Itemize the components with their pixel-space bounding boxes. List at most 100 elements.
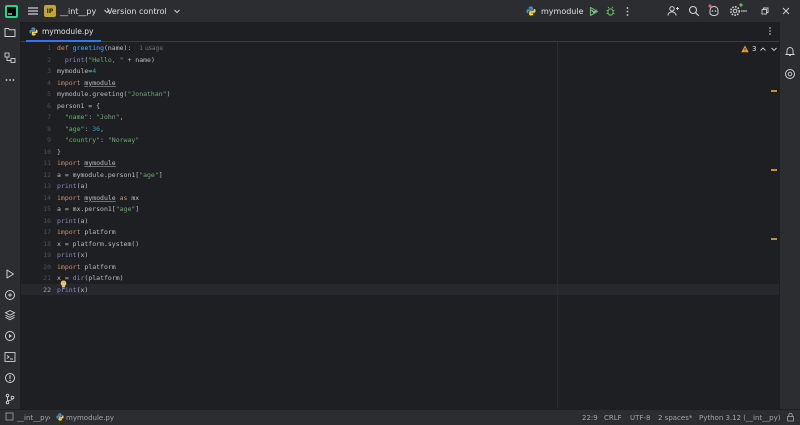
current-line-highlight [21, 283, 779, 295]
project-widget[interactable]: IP __int__py [44, 3, 114, 19]
services-icon[interactable] [3, 329, 17, 343]
right-margin-guide [557, 42, 558, 409]
arrow-up-icon[interactable] [759, 45, 767, 53]
python-file-icon [29, 26, 38, 36]
bulb-icon[interactable] [60, 274, 67, 293]
code-line[interactable]: mymodule.greeting("Jonathan") [57, 89, 171, 101]
lock-icon[interactable] [786, 412, 795, 422]
file-encoding[interactable]: UTF-8 [630, 413, 650, 423]
title-bar: IP __int__py Version control mymodule [0, 0, 800, 22]
restore-icon[interactable] [758, 4, 772, 18]
code-line[interactable]: a = mymodule.person1["age"] [57, 170, 163, 182]
code-line[interactable]: x = platform.system() [57, 239, 139, 251]
tab-mymodule-py[interactable]: mymodule.py [26, 22, 102, 42]
code-line[interactable]: print("Hello, " + name) [57, 55, 155, 67]
left-tool-strip [0, 22, 21, 409]
more-icon[interactable] [620, 4, 634, 18]
code-line[interactable]: "country": "Norway" [57, 135, 139, 147]
code-line[interactable]: print(a) [57, 216, 88, 228]
notifications-icon[interactable] [783, 44, 797, 58]
line-number: 7 [47, 113, 51, 121]
python-interpreter[interactable]: Python 3.12 (__int__py) [699, 413, 780, 423]
line-number: 14 [43, 193, 51, 202]
project-square-icon [5, 412, 14, 422]
run-icon[interactable] [586, 4, 600, 18]
line-separator[interactable]: CRLF [604, 413, 622, 423]
code-editor[interactable]: 3 1 2 3 4 5 6 7 8 9 10 11 12 13 14 15 16… [21, 42, 779, 409]
warning-icon [741, 45, 749, 53]
code-line[interactable]: person1 = { [57, 101, 100, 113]
version-control-widget[interactable]: Version control [107, 3, 184, 19]
code-line[interactable]: a = mx.person1["age"] [57, 204, 139, 216]
notification-dot [707, 3, 712, 8]
run-tool-icon[interactable] [3, 267, 17, 281]
line-number: 2 [47, 55, 51, 64]
code-line[interactable]: print(a) [57, 181, 88, 193]
ellipsis-icon[interactable] [3, 73, 17, 87]
code-line[interactable]: import platform [57, 227, 116, 239]
editor-tab-bar: mymodule.py [21, 22, 779, 42]
inspection-widget[interactable]: 3 [741, 45, 778, 53]
line-number: 18 [43, 239, 51, 248]
python-console-icon[interactable] [3, 288, 17, 302]
warning-stripe[interactable] [771, 238, 777, 240]
line-number: 19 [43, 251, 51, 259]
arrow-down-icon[interactable] [770, 45, 778, 53]
indent-setting[interactable]: 2 spaces* [658, 413, 692, 423]
line-number: 17 [43, 228, 51, 236]
python-icon [524, 4, 538, 18]
project-badge: IP [44, 5, 56, 17]
warning-stripe[interactable] [771, 169, 777, 171]
close-icon[interactable] [779, 4, 793, 18]
line-number: 6 [47, 101, 51, 110]
line-number: 12 [43, 170, 51, 179]
line-number: 21 [43, 274, 51, 282]
line-number: 8 [47, 124, 51, 133]
ai-assistant-icon[interactable] [783, 67, 797, 81]
debug-icon[interactable] [603, 4, 617, 18]
code-line[interactable]: import mymodule [57, 158, 116, 170]
line-number: 16 [43, 216, 51, 225]
warning-stripe[interactable] [771, 90, 777, 92]
python-file-icon [56, 413, 64, 423]
line-number: 5 [47, 90, 51, 98]
line-number: 15 [43, 205, 51, 213]
minimize-icon[interactable] [737, 4, 751, 18]
breadcrumb-file[interactable]: mymodule.py [66, 413, 114, 423]
line-number: 9 [47, 136, 51, 144]
breadcrumb-project[interactable]: __int__py [17, 413, 49, 423]
code-line[interactable]: "age": 36, [57, 124, 104, 136]
add-user-icon[interactable] [666, 4, 680, 18]
terminal-icon[interactable] [3, 350, 17, 364]
line-number: 4 [47, 78, 51, 87]
breadcrumb-separator-icon: › [48, 414, 51, 422]
code-line[interactable]: import platform [57, 262, 116, 274]
chevron-down-icon [170, 4, 184, 18]
line-number: 1 [47, 44, 51, 52]
caret-position[interactable]: 22:9 [582, 413, 598, 423]
code-line[interactable]: } [57, 147, 61, 159]
run-configuration-label: mymodule [541, 6, 584, 16]
git-icon[interactable] [3, 392, 17, 406]
search-icon[interactable] [687, 4, 701, 18]
folder-icon[interactable] [3, 25, 17, 39]
line-number: 10 [43, 147, 51, 156]
code-line[interactable]: def greeting(name): 1 usage [57, 43, 163, 55]
line-number-gutter: 1 2 3 4 5 6 7 8 9 10 11 12 13 14 15 16 1… [21, 42, 53, 409]
status-bar: __int__py › mymodule.py 22:9 CRLF UTF-8 … [0, 409, 800, 425]
code-line[interactable]: mymodule=4 [57, 66, 96, 78]
code-line[interactable]: print(x) [57, 250, 88, 262]
usage-hint[interactable]: 1 usage [139, 45, 163, 52]
project-name: __int__py [60, 6, 97, 16]
line-number-current: 22 [43, 285, 51, 294]
app-logo-icon [4, 4, 18, 18]
problems-icon[interactable] [3, 371, 17, 385]
right-tool-strip [779, 22, 800, 409]
code-line[interactable]: import mymodule [57, 78, 116, 90]
tab-options-icon[interactable] [765, 26, 775, 36]
code-line[interactable]: import mymodule as mx [57, 193, 139, 205]
structure-icon[interactable] [3, 51, 17, 65]
hamburger-icon[interactable] [26, 4, 40, 18]
code-line[interactable]: "name": "John", [57, 112, 124, 124]
layers-icon[interactable] [3, 308, 17, 322]
